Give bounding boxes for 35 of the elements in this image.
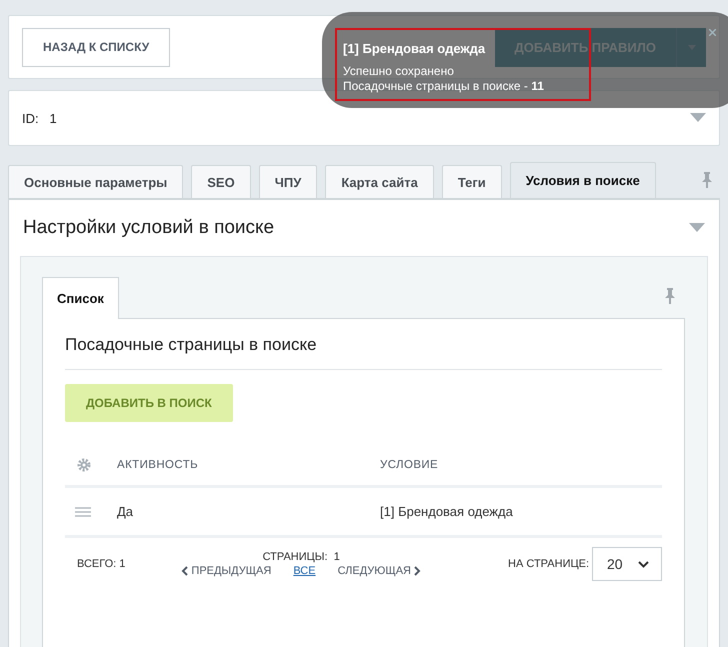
total-count: ВСЕГО: 1 bbox=[77, 558, 126, 570]
table-cell-text: Да bbox=[117, 504, 134, 519]
tab[interactable]: Карта сайта bbox=[325, 165, 434, 198]
tab[interactable]: Условия в поиске bbox=[510, 162, 656, 198]
chevron-down-icon bbox=[638, 560, 649, 568]
next-link[interactable]: СЛЕДУЮЩАЯ bbox=[338, 565, 421, 577]
table-cell-text: [1] Брендовая одежда bbox=[380, 504, 514, 519]
previous-link[interactable]: ПРЕДЫДУЩАЯ bbox=[181, 565, 272, 577]
settings-icon[interactable] bbox=[77, 458, 91, 472]
tab[interactable]: ЧПУ bbox=[258, 165, 318, 198]
notification-title: [1] Брендовая одежда bbox=[343, 41, 486, 56]
tab[interactable]: Список bbox=[42, 277, 119, 319]
tab[interactable]: Теги bbox=[442, 165, 502, 198]
notification-text: Посадочные страницы в поиске - 11 bbox=[343, 79, 544, 94]
collapse-icon[interactable] bbox=[689, 223, 705, 233]
column-header: АКТИВНОСТЬ bbox=[117, 458, 200, 470]
all-link[interactable]: ВСЕ bbox=[293, 565, 316, 577]
drag-handle-icon[interactable] bbox=[75, 506, 91, 516]
notification-text: Успешно сохранено bbox=[343, 64, 454, 79]
pin-icon[interactable] bbox=[702, 172, 712, 188]
back-button[interactable]: НАЗАД К СПИСКУ bbox=[22, 28, 170, 66]
list-title: Посадочные страницы в поиске bbox=[65, 319, 662, 370]
per-page-label: НА СТРАНИЦЕ: bbox=[508, 558, 589, 570]
id-field: ID: 1 bbox=[22, 110, 57, 126]
pin-icon[interactable] bbox=[665, 288, 675, 304]
collapse-icon[interactable] bbox=[690, 113, 706, 123]
chevron-left-icon bbox=[181, 566, 188, 576]
tab[interactable]: Основные параметры bbox=[8, 165, 184, 198]
close-icon[interactable] bbox=[709, 29, 716, 36]
chevron-right-icon bbox=[414, 566, 421, 576]
per-page-select[interactable]: 20 bbox=[592, 547, 662, 581]
tab[interactable]: SEO bbox=[191, 165, 251, 198]
pages-count: СТРАНИЦЫ: 1 bbox=[262, 551, 340, 563]
column-header: УСЛОВИЕ bbox=[380, 458, 440, 470]
section-title: Настройки условий в поиске bbox=[23, 217, 274, 239]
